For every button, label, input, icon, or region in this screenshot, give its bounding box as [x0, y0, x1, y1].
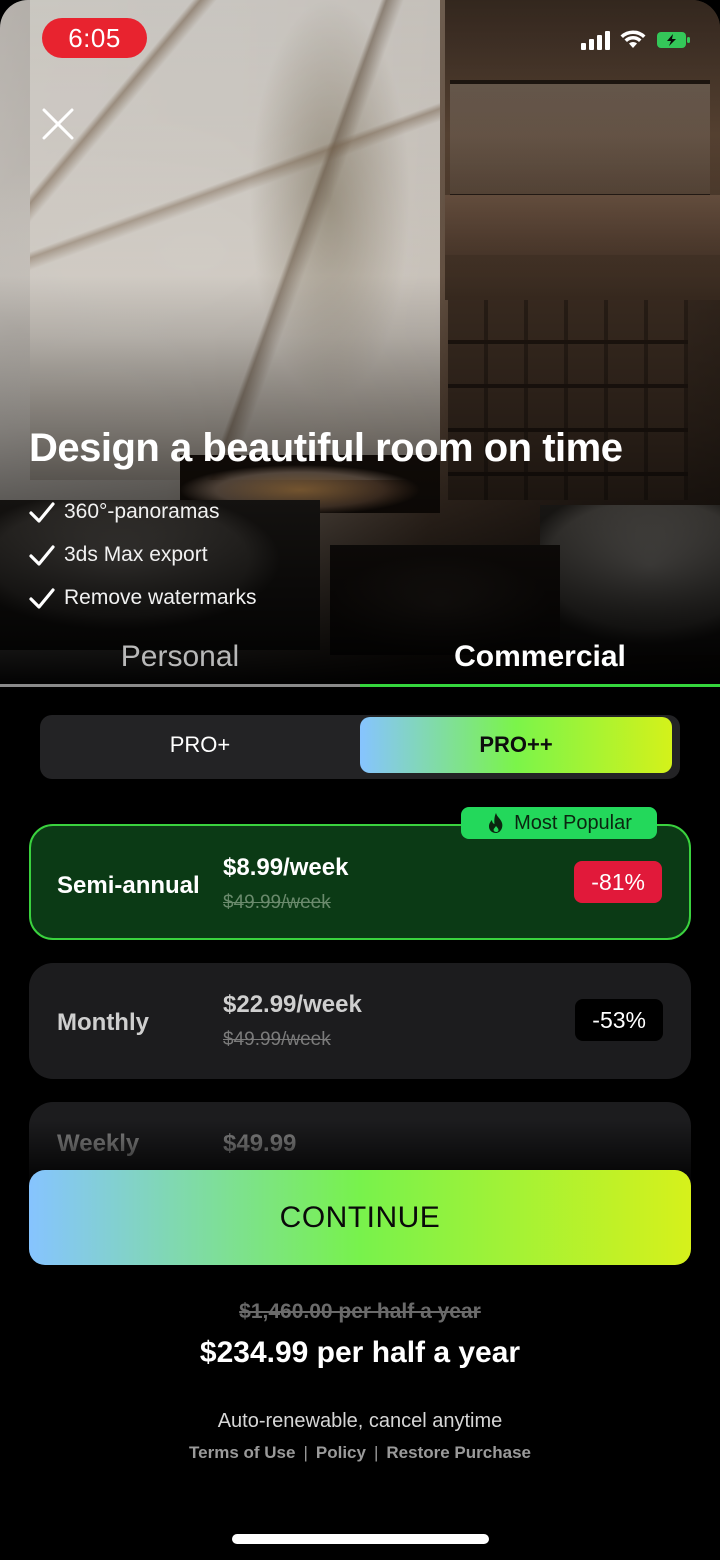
continue-button[interactable]: CONTINUE: [29, 1170, 691, 1265]
separator: |: [303, 1443, 308, 1462]
check-icon: [29, 587, 55, 609]
feature-item: Remove watermarks: [28, 576, 257, 619]
fire-icon: [489, 813, 503, 833]
separator: |: [373, 1443, 379, 1462]
feature-label: 360°-panoramas: [64, 499, 220, 523]
discount-badge: -53%: [575, 999, 663, 1041]
tab-active-indicator: [360, 684, 720, 687]
feature-item: 360°-panoramas: [28, 490, 257, 533]
plan-old-price: $49.99/week: [223, 892, 331, 913]
total-price: $234.99 per half a year: [199, 1336, 521, 1369]
feature-label: Remove watermarks: [64, 585, 257, 609]
status-time: 6:05: [42, 18, 147, 58]
discount-badge: -81%: [574, 861, 662, 903]
feature-label: 3ds Max export: [64, 542, 208, 566]
plan-price: $49.99: [223, 1130, 297, 1157]
restore-purchase-link[interactable]: Restore Purchase: [386, 1443, 531, 1462]
feature-item: 3ds Max export: [28, 533, 257, 576]
plan-name: Monthly: [57, 1009, 149, 1036]
check-icon: [29, 501, 55, 523]
plan-card-semi-annual[interactable]: Semi-annual $8.99/week $49.99/week -81%: [29, 824, 691, 940]
check-icon: [29, 544, 55, 566]
most-popular-label: Most Popular: [514, 811, 632, 834]
footer-links: Terms of Use | Policy | Restore Purchase: [0, 1443, 720, 1463]
plan-price: $8.99/week: [223, 854, 349, 881]
wifi-icon: [620, 30, 646, 48]
close-icon: [42, 108, 74, 140]
policy-link[interactable]: Policy: [316, 1443, 366, 1462]
plan-name: Semi-annual: [57, 872, 200, 899]
tab-commercial[interactable]: Commercial: [360, 630, 720, 684]
tier-option-pro-plus-plus[interactable]: PRO++: [360, 717, 672, 773]
battery-charging-icon: [657, 32, 690, 48]
plan-price: $22.99/week: [223, 991, 362, 1018]
signal-icon: [581, 30, 610, 50]
old-total: $1,460.00 per half a year: [0, 1300, 720, 1324]
plan-name: Weekly: [57, 1130, 140, 1157]
home-indicator[interactable]: [232, 1534, 489, 1544]
tier-option-pro-plus[interactable]: PRO+: [44, 717, 356, 773]
close-button[interactable]: [38, 104, 78, 144]
renew-note: Auto-renewable, cancel anytime: [217, 1410, 503, 1432]
headline: Design a beautiful room on time: [29, 426, 623, 470]
most-popular-badge: Most Popular: [461, 807, 657, 839]
plan-old-price: $49.99/week: [223, 1029, 331, 1050]
terms-link[interactable]: Terms of Use: [189, 1443, 295, 1462]
old-total-text: $1,460.00 per half a year: [239, 1300, 481, 1323]
tier-switch: PRO+ PRO++: [40, 715, 680, 779]
status-icons: [581, 30, 692, 50]
tab-personal[interactable]: Personal: [0, 630, 360, 684]
feature-list: 360°-panoramas 3ds Max export Remove wat…: [28, 490, 257, 619]
plan-card-monthly[interactable]: Monthly $22.99/week $49.99/week -53%: [29, 963, 691, 1079]
